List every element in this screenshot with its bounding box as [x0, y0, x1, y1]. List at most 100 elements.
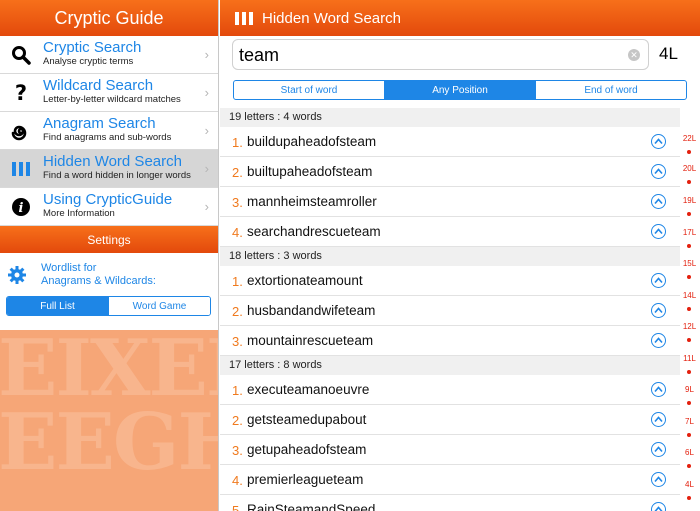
wordlist-segmented-control: Full List Word Game: [6, 296, 211, 316]
chevron-up-icon[interactable]: [651, 382, 666, 397]
position-option-end[interactable]: End of word: [535, 81, 686, 99]
book-icon: [234, 11, 254, 26]
index-dot: [687, 338, 691, 342]
list-item[interactable]: 2. builtupaheadofsteam: [220, 157, 680, 187]
sidebar-item-subtitle: More Information: [43, 208, 115, 219]
index-dot: [687, 244, 691, 248]
main-panel: Hidden Word Search ✕ 4L Start of word An…: [220, 0, 700, 511]
chevron-up-icon[interactable]: [651, 412, 666, 427]
list-item[interactable]: 2. getsteamedupabout: [220, 405, 680, 435]
item-word: extortionateamount: [247, 273, 363, 288]
list-item[interactable]: 4. searchandrescueteam: [220, 217, 680, 247]
index-label[interactable]: 11L: [679, 354, 700, 363]
search-area: ✕ 4L: [220, 36, 700, 74]
position-option-start[interactable]: Start of word: [234, 81, 384, 99]
info-icon: i: [10, 196, 32, 218]
chevron-right-icon: ›: [204, 47, 209, 62]
main-header: Hidden Word Search: [220, 0, 700, 36]
sidebar-item-subtitle: Find anagrams and sub-words: [43, 132, 172, 143]
index-label[interactable]: 4L: [679, 480, 700, 489]
sidebar-item-hidden-word-search[interactable]: Hidden Word Search Find a word hidden in…: [0, 150, 218, 188]
list-item[interactable]: 4. premierleagueteam: [220, 465, 680, 495]
sidebar-item-cryptic-search[interactable]: Cryptic Search Analyse cryptic terms ›: [0, 36, 218, 74]
index-label[interactable]: 6L: [679, 448, 700, 457]
sidebar-item-title: Cryptic Search: [43, 39, 142, 56]
chevron-up-icon[interactable]: [651, 472, 666, 487]
list-item[interactable]: 2. husbandandwifeteam: [220, 296, 680, 326]
chevron-up-icon[interactable]: [651, 442, 666, 457]
search-box: ✕: [232, 39, 649, 70]
item-word: husbandandwifeteam: [247, 303, 376, 318]
item-word: getupaheadofsteam: [247, 442, 367, 457]
index-dot: [687, 212, 691, 216]
chevron-up-icon[interactable]: [651, 134, 666, 149]
sidebar-item-title: Hidden Word Search: [43, 153, 182, 170]
svg-text:i: i: [19, 201, 24, 216]
index-dot: [687, 307, 691, 311]
sidebar: Cryptic Guide Cryptic Search Analyse cry…: [0, 0, 219, 511]
settings-header: Settings: [0, 226, 218, 253]
wordlist-option-word-game[interactable]: Word Game: [108, 297, 210, 315]
index-dot: [687, 275, 691, 279]
item-word: RainSteamandSpeed: [247, 502, 376, 511]
spiral-icon: [10, 120, 32, 142]
group-header: 19 letters : 4 words: [220, 108, 680, 127]
index-dot: [687, 433, 691, 437]
item-word: executeamanoeuvre: [247, 382, 370, 397]
position-option-any[interactable]: Any Position: [384, 81, 535, 99]
index-dot: [687, 150, 691, 154]
index-label[interactable]: 9L: [679, 385, 700, 394]
sidebar-item-wildcard-search[interactable]: ? Wildcard Search Letter-by-letter wildc…: [0, 74, 218, 112]
item-number: 3.: [232, 195, 243, 210]
item-number: 2.: [232, 304, 243, 319]
position-segmented-control: Start of word Any Position End of word: [233, 80, 687, 100]
background-art: EIXEE EEGH: [0, 330, 218, 511]
item-number: 3.: [232, 334, 243, 349]
index-label[interactable]: 14L: [679, 291, 700, 300]
index-label[interactable]: 12L: [679, 322, 700, 331]
sidebar-item-using-crypticguide[interactable]: i Using CrypticGuide More Information ›: [0, 188, 218, 226]
chevron-up-icon[interactable]: [651, 333, 666, 348]
search-input[interactable]: [239, 43, 619, 67]
list-item[interactable]: 3. mountainrescueteam: [220, 326, 680, 356]
chevron-right-icon: ›: [204, 199, 209, 214]
question-icon: ?: [14, 81, 28, 105]
index-label[interactable]: 22L: [679, 134, 700, 143]
sidebar-item-anagram-search[interactable]: Anagram Search Find anagrams and sub-wor…: [0, 112, 218, 150]
sidebar-item-subtitle: Analyse cryptic terms: [43, 56, 134, 67]
chevron-up-icon[interactable]: [651, 273, 666, 288]
index-label[interactable]: 15L: [679, 259, 700, 268]
chevron-up-icon[interactable]: [651, 194, 666, 209]
book-icon: [10, 158, 32, 180]
list-item[interactable]: 1. buildupaheadofsteam: [220, 127, 680, 157]
chevron-right-icon: ›: [204, 161, 209, 176]
list-item[interactable]: 5. RainSteamandSpeed: [220, 495, 680, 511]
list-item[interactable]: 1. extortionateamount: [220, 266, 680, 296]
letter-count: 4L: [659, 44, 678, 63]
chevron-up-icon[interactable]: [651, 303, 666, 318]
item-word: getsteamedupabout: [247, 412, 367, 427]
index-label[interactable]: 19L: [679, 196, 700, 205]
clear-icon[interactable]: ✕: [628, 49, 640, 61]
results-list: 19 letters : 4 words 1. buildupaheadofste…: [220, 108, 680, 511]
wordlist-option-full-list[interactable]: Full List: [7, 297, 108, 315]
item-word: premierleagueteam: [247, 472, 364, 487]
sidebar-item-subtitle: Find a word hidden in longer words: [43, 170, 191, 181]
list-item[interactable]: 3. mannheimsteamroller: [220, 187, 680, 217]
index-label[interactable]: 17L: [679, 228, 700, 237]
item-number: 4.: [232, 473, 243, 488]
chevron-up-icon[interactable]: [651, 502, 666, 511]
item-word: buildupaheadofsteam: [247, 134, 377, 149]
gear-icon: [7, 265, 27, 290]
app-title: Cryptic Guide: [54, 7, 164, 28]
index-dot: [687, 496, 691, 500]
list-item[interactable]: 3. getupaheadofsteam: [220, 435, 680, 465]
chevron-right-icon: ›: [204, 85, 209, 100]
index-label[interactable]: 20L: [679, 164, 700, 173]
section-index[interactable]: 22L 20L 19L 17L 15L 14L 12L 11L 9L 7L 6L…: [679, 130, 700, 511]
list-item[interactable]: 1. executeamanoeuvre: [220, 375, 680, 405]
index-label[interactable]: 7L: [679, 417, 700, 426]
item-number: 3.: [232, 443, 243, 458]
chevron-up-icon[interactable]: [651, 224, 666, 239]
chevron-up-icon[interactable]: [651, 164, 666, 179]
